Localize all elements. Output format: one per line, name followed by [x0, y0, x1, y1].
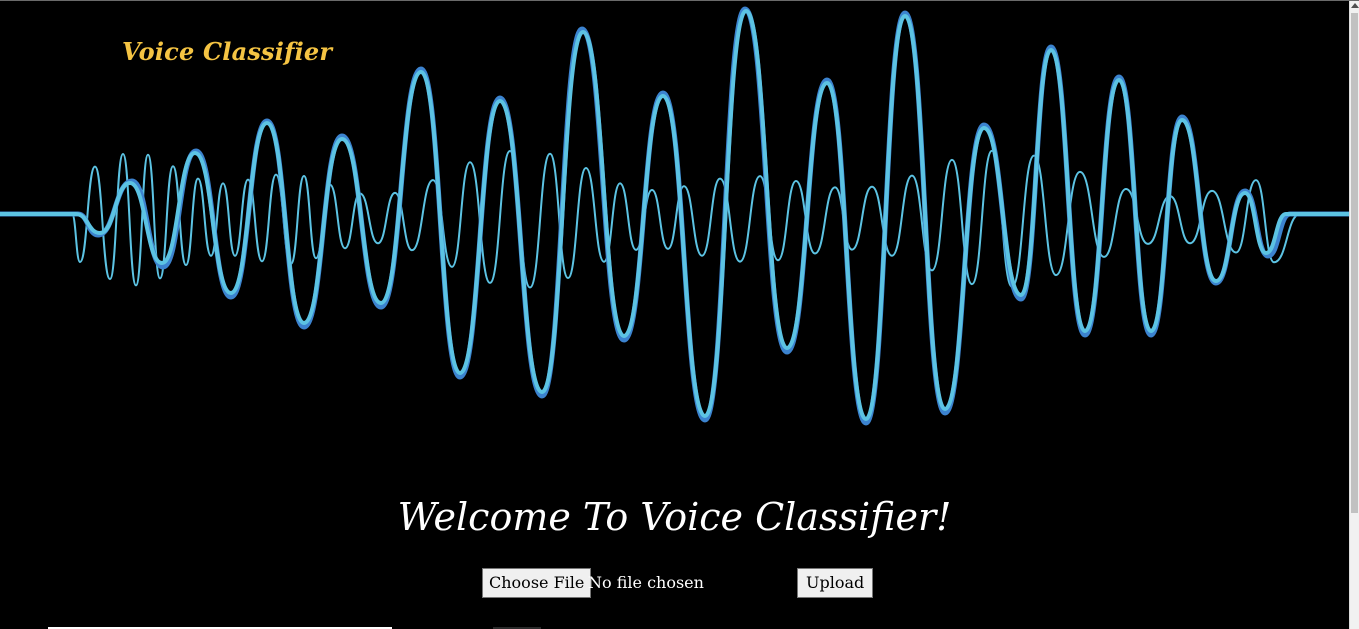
- page-title: Welcome To Voice Classifier!: [397, 495, 952, 539]
- upload-form: Choose File No file chosen Upload: [482, 568, 882, 598]
- file-status-text: No file chosen: [588, 573, 704, 592]
- light-waveform-line: [0, 8, 1349, 422]
- scroll-up-arrow-icon[interactable]: [1351, 3, 1359, 8]
- sound-wave-illustration: [0, 6, 1349, 426]
- scrollbar-thumb[interactable]: [1351, 13, 1358, 513]
- page: Voice Classifier Welcome To Voice Classi…: [0, 0, 1359, 629]
- upload-button[interactable]: Upload: [797, 568, 874, 598]
- dark-waveform-line: [0, 6, 1349, 426]
- brand-logo[interactable]: Voice Classifier: [122, 37, 332, 66]
- vertical-scrollbar[interactable]: [1349, 1, 1359, 629]
- thin-waveform-line: [0, 149, 1349, 289]
- choose-file-button[interactable]: Choose File: [482, 568, 592, 598]
